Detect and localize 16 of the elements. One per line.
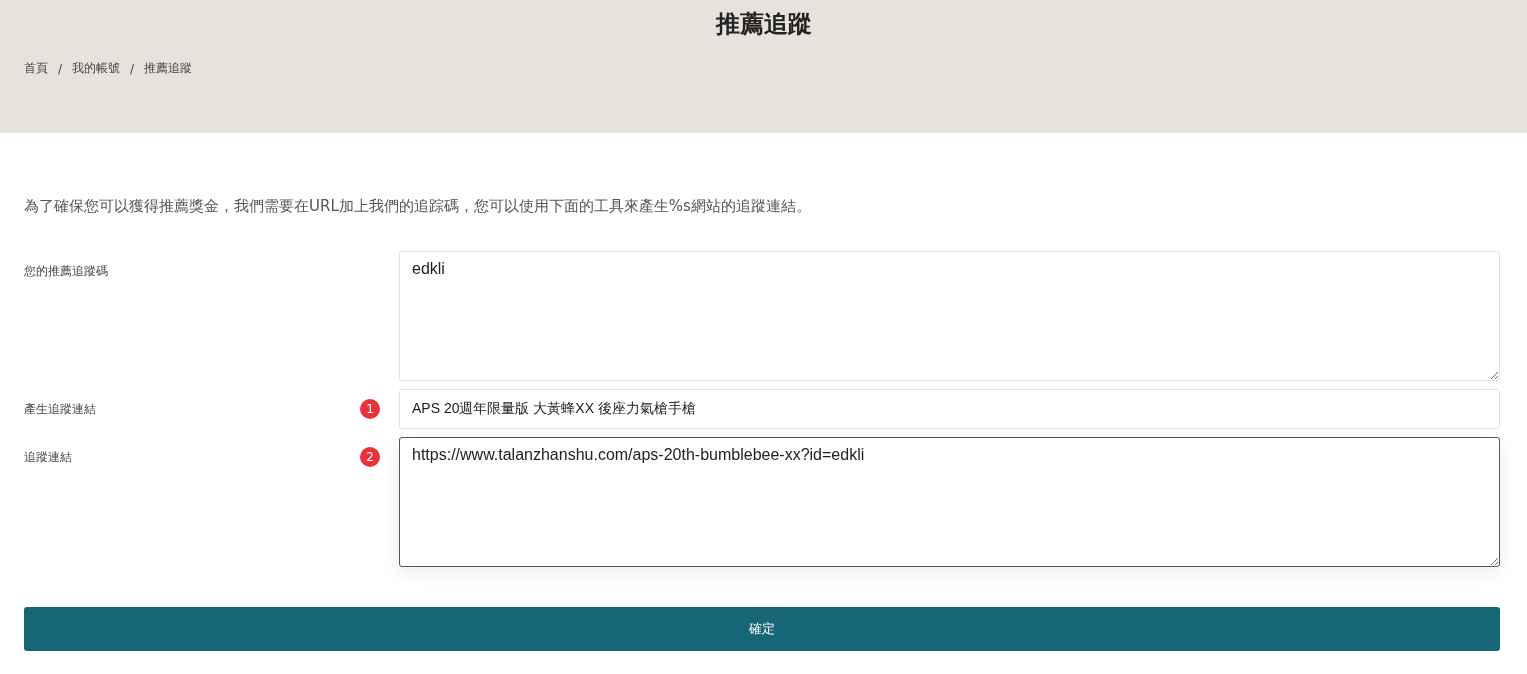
breadcrumb-separator: / [58,61,63,76]
breadcrumb-current: 推薦追蹤 [144,60,193,77]
breadcrumb-link[interactable]: 首頁 [24,60,48,77]
step-number: 1 [360,399,380,419]
text-area[interactable]: edkli [399,251,1500,381]
step-number: 2 [360,447,380,467]
input-field[interactable]: APS 20週年限量版 大黃蜂XX 後座力氣槍手槍 [399,389,1500,429]
field-label: 追蹤連結 [24,449,73,466]
field-label: 您的推薦追蹤碼 [24,263,109,280]
page-title: 推薦追蹤 [714,9,813,40]
field-label: 產生追蹤連結 [24,401,97,418]
breadcrumb-link[interactable]: 我的帳號 [72,60,121,77]
confirm-button[interactable]: 確定 [24,607,1500,651]
text-area[interactable]: https://www.talanzhanshu.com/aps-20th-bumblebee-xx?id=edkli [399,437,1500,567]
breadcrumb-separator: / [130,61,135,76]
intro-text: 為了確保您可以獲得推薦獎金，我們需要在URL加上我們的追踪碼，您可以使用下面的工具來產生%s網站的追蹤連結。 [24,196,812,217]
